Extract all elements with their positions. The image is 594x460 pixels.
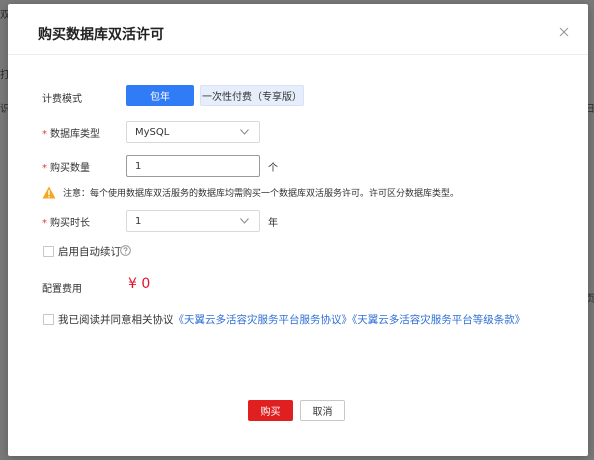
dialog-header: 购买数据库双活许可 (8, 4, 588, 55)
notice-text: 注意：每个使用数据库双活服务的数据库均需购买一个数据库双活服务许可。许可区分数据… (63, 189, 460, 199)
required-mark: * (42, 163, 47, 174)
agreement-text: 我已阅读并同意相关协议《天翼云多活容灾服务平台服务协议》《天翼云多活容灾服务平台… (58, 312, 525, 327)
duration-label-text: 购买时长 (50, 218, 90, 229)
warning-icon (42, 186, 56, 199)
agreement-checkbox[interactable] (43, 314, 54, 325)
quantity-unit: 个 (268, 163, 278, 174)
fee-value: ¥ 0 (128, 276, 151, 292)
service-level-link[interactable]: 《天翼云多活容灾服务平台等级条款》 (352, 314, 525, 326)
quantity-label-text: 购买数量 (50, 163, 90, 174)
db-type-label-text: 数据库类型 (50, 129, 100, 140)
billing-mode-label: 计费模式 (42, 94, 82, 105)
quantity-value: 1 (135, 160, 142, 172)
purchase-dialog: 购买数据库双活许可 计费模式 包年 一次性付费（专享版） * 数据库类型 MySQ… (8, 4, 588, 456)
notice-row: 注意：每个使用数据库双活服务的数据库均需购买一个数据库双活服务许可。许可区分数据… (42, 186, 459, 199)
help-icon[interactable] (120, 245, 131, 256)
fee-label: 配置费用 (42, 284, 82, 295)
chevron-down-icon (240, 218, 249, 224)
chevron-down-icon (240, 129, 249, 135)
required-mark: * (42, 129, 47, 140)
service-agreement-link[interactable]: 《天翼云多活容灾服务平台服务协议》 (174, 314, 353, 326)
billing-once-button[interactable]: 一次性付费（专享版） (200, 85, 304, 106)
auto-renew-label: 启用自动续订 (58, 246, 121, 258)
auto-renew-checkbox[interactable] (43, 246, 54, 257)
duration-value: 1 (135, 215, 142, 227)
db-type-select[interactable]: MySQL (126, 121, 260, 143)
quantity-label: * 购买数量 (42, 159, 90, 174)
duration-unit: 年 (268, 218, 278, 229)
quantity-input[interactable]: 1 (126, 155, 260, 177)
duration-label: * 购买时长 (42, 214, 90, 229)
buy-button[interactable]: 购买 (248, 400, 293, 421)
required-mark: * (42, 218, 47, 229)
db-type-value: MySQL (135, 126, 170, 138)
dialog-title: 购买数据库双活许可 (38, 27, 164, 43)
db-type-label: * 数据库类型 (42, 125, 100, 140)
close-icon[interactable] (558, 26, 570, 38)
billing-year-button[interactable]: 包年 (126, 85, 194, 106)
agreement-prefix: 我已阅读并同意相关协议 (58, 314, 174, 326)
cancel-button[interactable]: 取消 (300, 400, 345, 421)
duration-select[interactable]: 1 (126, 210, 260, 232)
